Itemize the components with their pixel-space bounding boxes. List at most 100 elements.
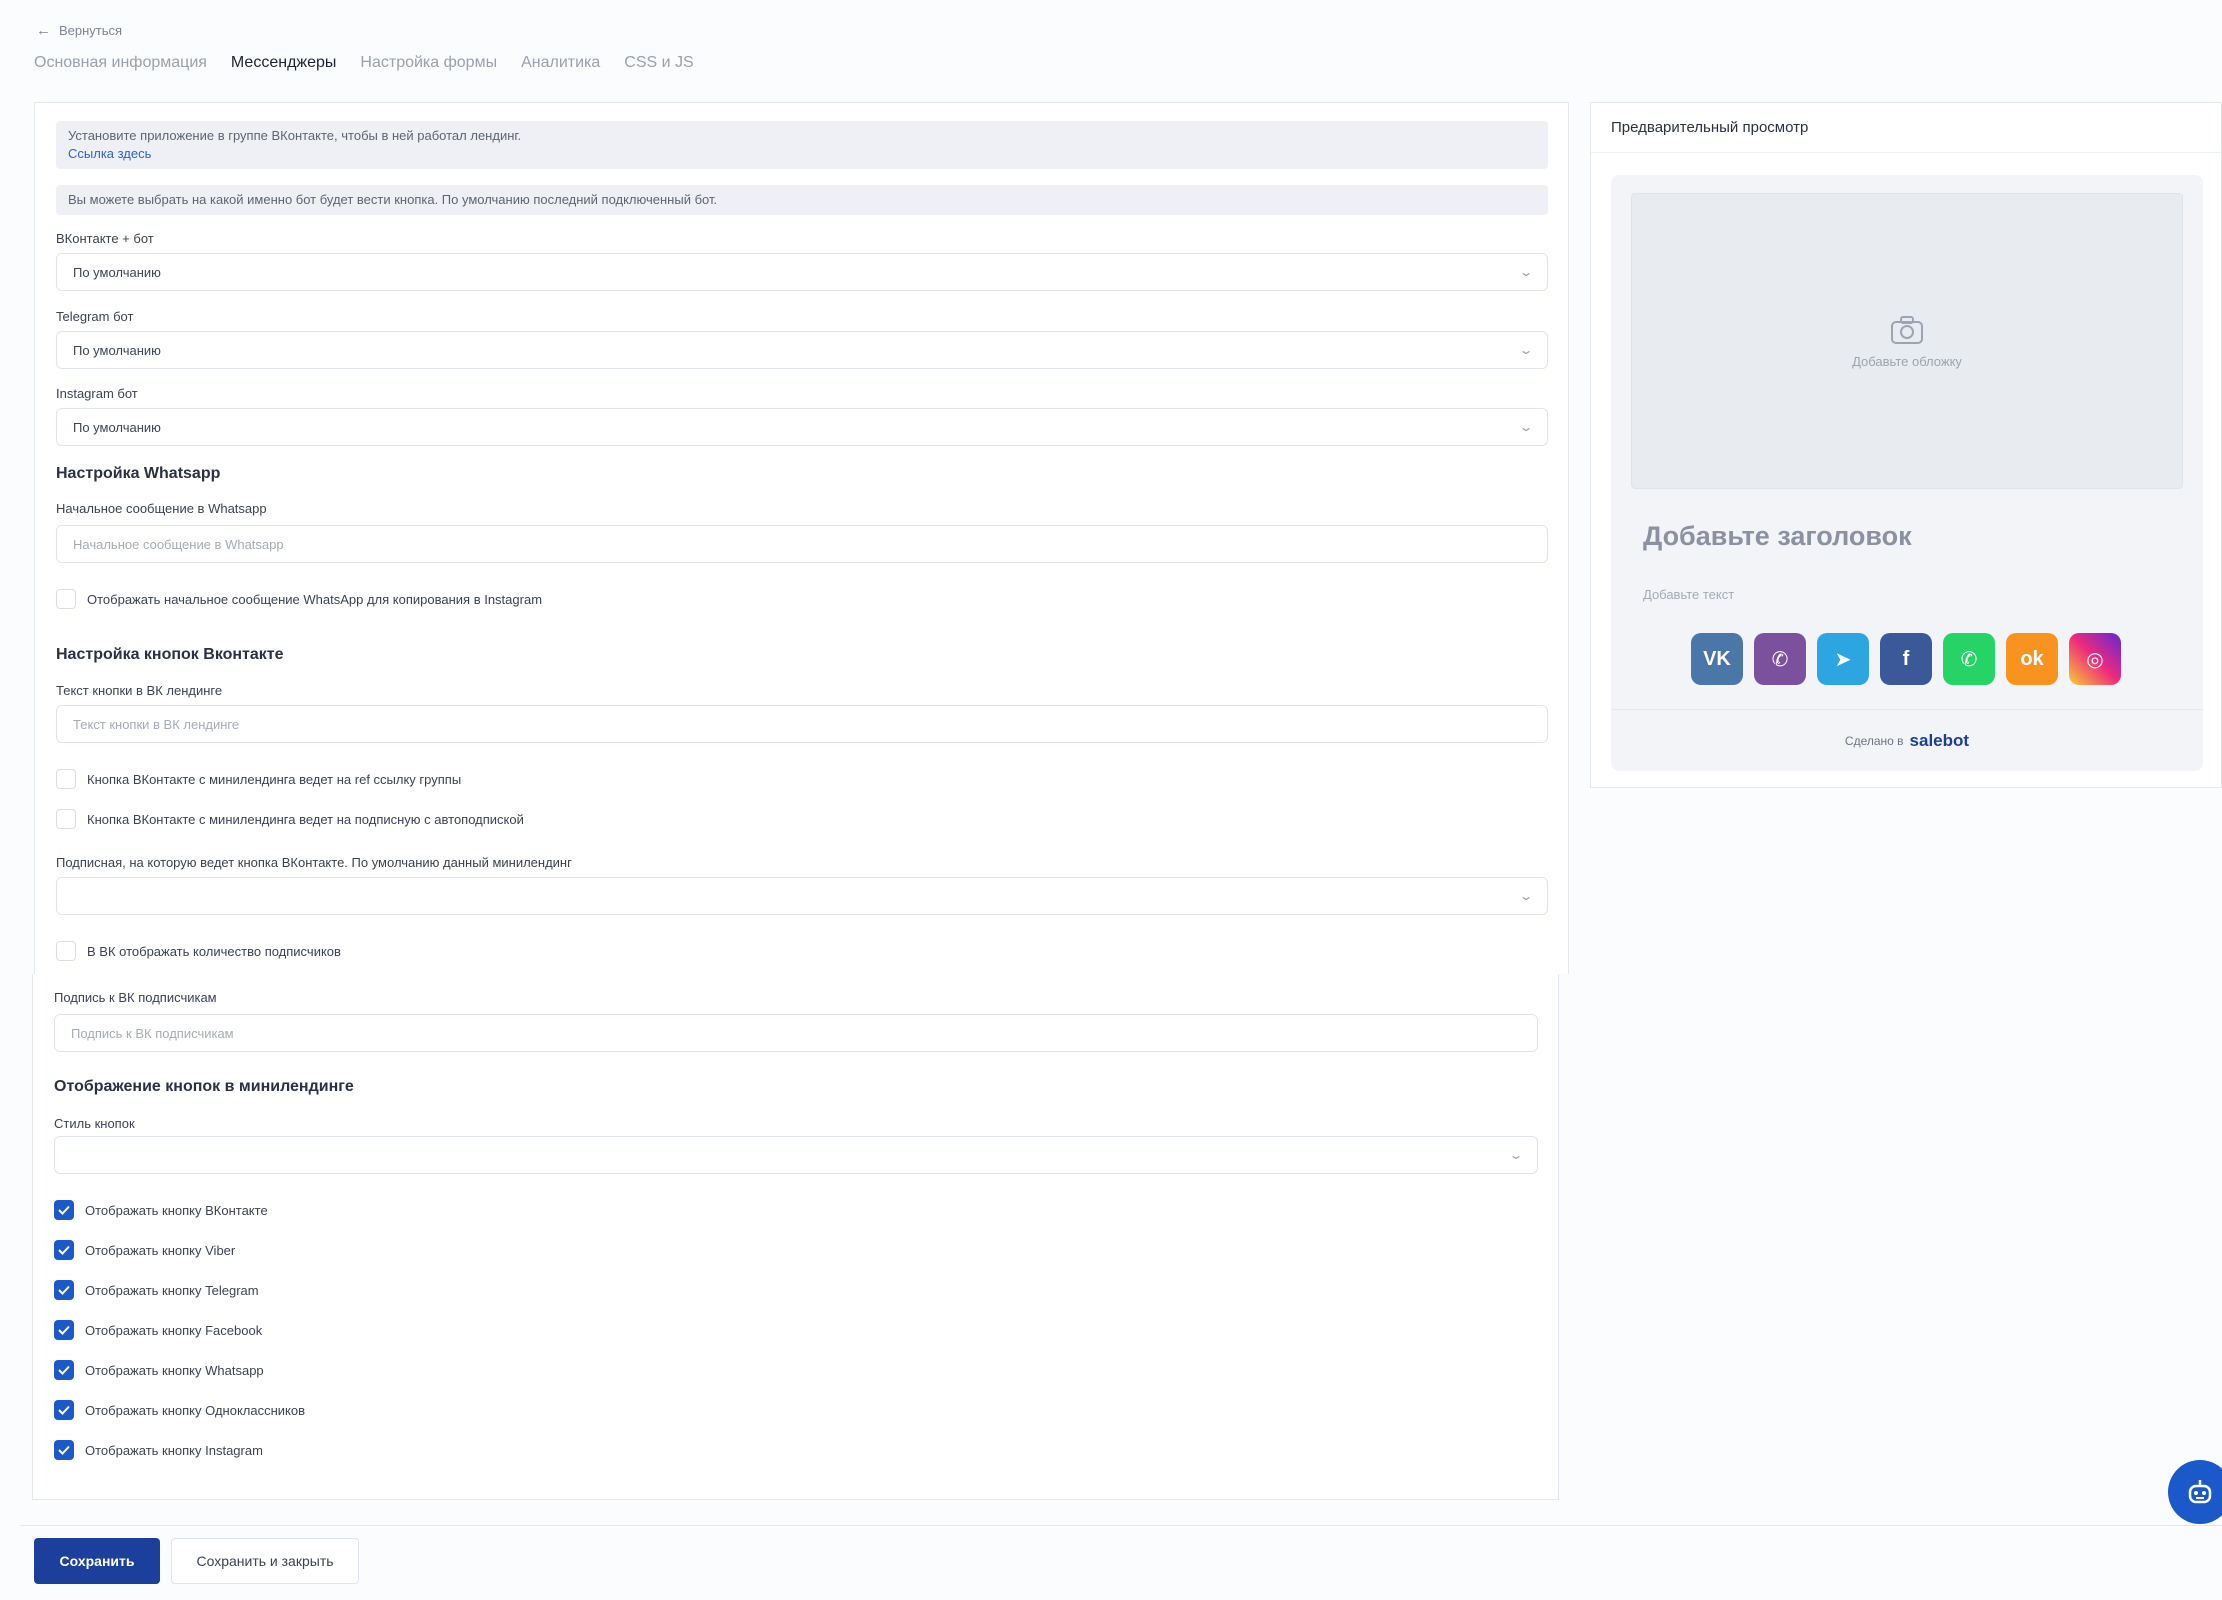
checkmark-icon <box>58 1365 70 1375</box>
facebook-icon[interactable]: f <box>1880 633 1932 685</box>
show-facebook-checkbox-label: Отображать кнопку Facebook <box>85 1322 263 1338</box>
vk-ref-checkbox-label: Кнопка ВКонтакте с минилендинга ведет на… <box>87 771 462 787</box>
show-ok-checkbox[interactable] <box>54 1400 74 1420</box>
vk-bot-select-value: По умолчанию <box>73 264 161 280</box>
show-vk-checkbox-label: Отображать кнопку ВКонтакте <box>85 1202 268 1218</box>
show-viber-checkbox-row[interactable]: Отображать кнопку Viber <box>54 1240 235 1260</box>
chevron-down-icon: ⌄ <box>1518 420 1534 434</box>
tabs: Основная информация Мессенджеры Настройк… <box>34 54 694 80</box>
vk-caption-placeholder: Подпись к ВК подписчикам <box>71 1025 234 1041</box>
vk-count-checkbox-row[interactable]: В ВК отображать количество подписчиков <box>56 941 341 961</box>
vk-subpage-select[interactable]: ⌄ <box>56 877 1548 915</box>
chat-bot-button[interactable] <box>2168 1460 2222 1524</box>
chevron-down-icon: ⌄ <box>1518 343 1534 357</box>
whatsapp-copy-checkbox[interactable] <box>56 589 76 609</box>
show-telegram-checkbox-label: Отображать кнопку Telegram <box>85 1282 259 1298</box>
preview-panel: Предварительный просмотр Добавьте обложк… <box>1590 102 2222 788</box>
messengers-settings-panel: Установите приложение в группе ВКонтакте… <box>34 102 1569 974</box>
button-style-select[interactable]: ⌄ <box>54 1136 1538 1174</box>
tab-form-settings[interactable]: Настройка формы <box>360 54 497 80</box>
instagram-bot-select-value: По умолчанию <box>73 419 161 435</box>
whatsapp-start-placeholder: Начальное сообщение в Whatsapp <box>73 536 284 552</box>
vk-autosub-checkbox-row[interactable]: Кнопка ВКонтакте с минилендинга ведет на… <box>56 809 524 829</box>
social-buttons: VK ✆ ➤ f ✆ ok ◎ <box>1691 633 2121 685</box>
messengers-settings-panel-lower: Подпись к ВК подписчикам Подпись к ВК по… <box>32 974 1559 1500</box>
chevron-down-icon: ⌄ <box>1508 1148 1524 1162</box>
tab-analytics[interactable]: Аналитика <box>521 54 600 80</box>
tab-css-js[interactable]: CSS и JS <box>624 54 693 80</box>
show-vk-checkbox-row[interactable]: Отображать кнопку ВКонтакте <box>54 1200 268 1220</box>
viber-icon[interactable]: ✆ <box>1754 633 1806 685</box>
whatsapp-start-input[interactable]: Начальное сообщение в Whatsapp <box>56 525 1548 563</box>
show-ok-checkbox-row[interactable]: Отображать кнопку Одноклассников <box>54 1400 305 1420</box>
vk-ref-checkbox[interactable] <box>56 769 76 789</box>
vk-ref-checkbox-row[interactable]: Кнопка ВКонтакте с минилендинга ведет на… <box>56 769 461 789</box>
instagram-icon[interactable]: ◎ <box>2069 633 2121 685</box>
vk-caption-input[interactable]: Подпись к ВК подписчикам <box>54 1014 1538 1052</box>
button-style-label: Стиль кнопок <box>54 1116 135 1131</box>
bot-choice-notice: Вы можете выбрать на какой именно бот бу… <box>56 185 1548 215</box>
chevron-down-icon: ⌄ <box>1518 889 1534 903</box>
back-link-label: Вернуться <box>59 23 123 38</box>
vk-autosub-checkbox-label: Кнопка ВКонтакте с минилендинга ведет на… <box>87 811 524 827</box>
show-instagram-checkbox[interactable] <box>54 1440 74 1460</box>
chevron-down-icon: ⌄ <box>1518 265 1534 279</box>
back-link[interactable]: ← Вернуться <box>36 22 122 39</box>
show-facebook-checkbox[interactable] <box>54 1320 74 1340</box>
tab-main-info[interactable]: Основная информация <box>34 54 207 80</box>
show-viber-checkbox[interactable] <box>54 1240 74 1260</box>
install-app-notice: Установите приложение в группе ВКонтакте… <box>56 121 1548 169</box>
vk-count-checkbox[interactable] <box>56 941 76 961</box>
show-vk-checkbox[interactable] <box>54 1200 74 1220</box>
telegram-bot-select[interactable]: По умолчанию ⌄ <box>56 331 1548 369</box>
vk-subpage-label: Подписная, на которую ведет кнопка ВКонт… <box>56 855 572 870</box>
show-viber-checkbox-label: Отображать кнопку Viber <box>85 1242 236 1258</box>
vk-bot-select[interactable]: По умолчанию ⌄ <box>56 253 1548 291</box>
show-instagram-checkbox-label: Отображать кнопку Instagram <box>85 1442 263 1458</box>
telegram-bot-select-value: По умолчанию <box>73 342 161 358</box>
arrow-left-icon: ← <box>36 22 51 39</box>
preview-heading: Добавьте заголовок <box>1643 521 1912 551</box>
whatsapp-section-title: Настройка Whatsapp <box>56 465 221 482</box>
odnoklassniki-icon[interactable]: ok <box>2006 633 2058 685</box>
show-whatsapp-checkbox-label: Отображать кнопку Whatsapp <box>85 1362 264 1378</box>
vk-bot-label: ВКонтакте + бот <box>56 231 154 246</box>
show-facebook-checkbox-row[interactable]: Отображать кнопку Facebook <box>54 1320 262 1340</box>
cover-placeholder-text: Добавьте обложку <box>1852 353 1962 369</box>
show-whatsapp-checkbox[interactable] <box>54 1360 74 1380</box>
whatsapp-start-label: Начальное сообщение в Whatsapp <box>56 501 267 516</box>
bot-choice-text: Вы можете выбрать на какой именно бот бу… <box>68 192 718 207</box>
show-telegram-checkbox[interactable] <box>54 1280 74 1300</box>
show-whatsapp-checkbox-row[interactable]: Отображать кнопку Whatsapp <box>54 1360 264 1380</box>
vk-autosub-checkbox[interactable] <box>56 809 76 829</box>
instagram-bot-label: Instagram бот <box>56 386 138 401</box>
whatsapp-copy-checkbox-row[interactable]: Отображать начальное сообщение WhatsApp … <box>56 589 542 609</box>
install-app-link[interactable]: Ссылка здесь <box>68 145 1536 163</box>
tab-messengers[interactable]: Мессенджеры <box>231 54 336 80</box>
checkmark-icon <box>58 1325 70 1335</box>
vk-icon[interactable]: VK <box>1691 633 1743 685</box>
checkmark-icon <box>58 1445 70 1455</box>
vk-button-text-input[interactable]: Текст кнопки в ВК лендинге <box>56 705 1548 743</box>
save-and-close-button[interactable]: Сохранить и закрыть <box>171 1538 359 1584</box>
telegram-bot-label: Telegram бот <box>56 309 134 324</box>
cover-placeholder[interactable]: Добавьте обложку <box>1631 193 2183 489</box>
made-in-label: Сделано в <box>1844 733 1904 748</box>
instagram-bot-select[interactable]: По умолчанию ⌄ <box>56 408 1548 446</box>
vk-count-checkbox-label: В ВК отображать количество подписчиков <box>87 943 341 959</box>
whatsapp-copy-checkbox-label: Отображать начальное сообщение WhatsApp … <box>87 591 543 607</box>
salebot-logo[interactable]: salebot <box>1910 731 1970 751</box>
telegram-icon[interactable]: ➤ <box>1817 633 1869 685</box>
show-telegram-checkbox-row[interactable]: Отображать кнопку Telegram <box>54 1280 259 1300</box>
show-instagram-checkbox-row[interactable]: Отображать кнопку Instagram <box>54 1440 263 1460</box>
preview-body: Добавьте обложку Добавьте заголовок Доба… <box>1611 175 2203 771</box>
preview-footer: Сделано в salebot <box>1611 709 2203 771</box>
whatsapp-icon[interactable]: ✆ <box>1943 633 1995 685</box>
vk-caption-label: Подпись к ВК подписчикам <box>54 990 217 1005</box>
checkmark-icon <box>58 1205 70 1215</box>
save-button[interactable]: Сохранить <box>34 1538 160 1584</box>
preview-title: Предварительный просмотр <box>1591 103 2221 153</box>
robot-icon <box>2188 1480 2212 1504</box>
camera-icon <box>1891 315 1923 344</box>
checkmark-icon <box>58 1285 70 1295</box>
